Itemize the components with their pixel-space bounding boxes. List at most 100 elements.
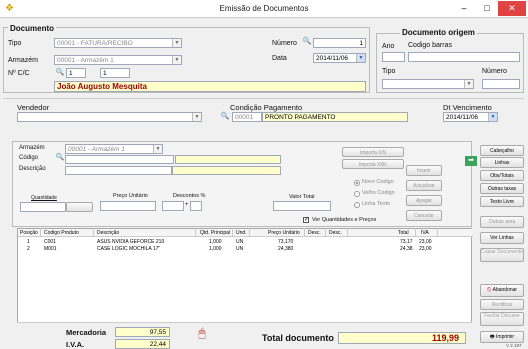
- fechar-documento-button[interactable]: Fechar Docume: [480, 312, 524, 326]
- chevron-down-icon: ▼: [172, 56, 181, 64]
- desconto-1-field[interactable]: [162, 201, 184, 211]
- radio-velho[interactable]: [354, 191, 360, 197]
- ver-linhas-button[interactable]: Ver Linhas: [480, 232, 524, 244]
- radio-novo[interactable]: [354, 180, 360, 186]
- quantidade-unit-button[interactable]: [66, 202, 93, 212]
- chevron-down-icon: ▼: [153, 145, 162, 153]
- condicao-code-field[interactable]: 00001: [232, 112, 262, 122]
- copiar-documento-button[interactable]: Copiar Documento: [480, 248, 524, 262]
- window-title: Emissão de Documentos: [219, 4, 309, 13]
- total-documento-value: 119,99: [338, 332, 466, 344]
- importa-xml-button[interactable]: Importa XML: [342, 159, 404, 169]
- calendar-dropdown-icon[interactable]: ▼: [488, 113, 497, 121]
- origem-tipo-label: Tipo: [382, 68, 396, 75]
- radio-texto[interactable]: [354, 202, 360, 208]
- title-bar: ❖ Emissão de Documentos – □ ✕: [0, 0, 528, 18]
- texto-livre-button[interactable]: Texto Livre: [480, 196, 524, 207]
- importa-xml-label: Importa XML: [358, 162, 388, 168]
- apagar-label: Apagar: [415, 198, 433, 204]
- mercadoria-value: 97,55: [115, 327, 170, 337]
- preco-field[interactable]: [100, 201, 156, 211]
- cell: 23,00: [419, 246, 432, 252]
- cell: CASE LOGIC MOCHILA 17": [97, 246, 161, 252]
- obs-button[interactable]: Obs/Totais: [480, 170, 524, 181]
- outras-taxas-button[interactable]: Outras taxas: [480, 183, 524, 194]
- quantidade-field[interactable]: [20, 202, 66, 212]
- actualizar-label: Actualizar: [413, 183, 435, 189]
- actualizar-button[interactable]: Actualizar: [406, 180, 442, 191]
- total-documento-label: Total documento: [262, 333, 334, 343]
- search-icon[interactable]: 🔍: [220, 112, 230, 122]
- descricao-info: [172, 166, 281, 175]
- importa-xls-button[interactable]: Importa XlS: [342, 147, 404, 157]
- vencimento-field[interactable]: 2014/11/06 ▼: [443, 112, 498, 122]
- search-icon[interactable]: 🔍: [55, 153, 65, 163]
- table-column-lines: [17, 228, 472, 236]
- importa-xls-label: Importa XlS: [359, 150, 387, 156]
- linhas-button[interactable]: Linhas: [480, 157, 524, 168]
- cell: 2: [27, 246, 30, 252]
- codigo-barras-field[interactable]: [408, 52, 520, 62]
- inserir-button[interactable]: Inserir: [406, 165, 442, 176]
- cabecalho-button[interactable]: Cabeçalho: [480, 145, 524, 156]
- linha-armazem-select[interactable]: 00001 - Armazém 1 ▼: [65, 144, 163, 154]
- linha-armazem-label: Armazém: [19, 145, 45, 151]
- cell: 24,380: [278, 246, 294, 252]
- maximize-button[interactable]: □: [476, 1, 498, 16]
- search-icon[interactable]: 🔍: [302, 37, 312, 47]
- data-value: 2014/11/06: [316, 55, 349, 62]
- armazem-value: 00001 - Armazém 1: [57, 57, 114, 64]
- imprimir-button[interactable]: 🖶 Imprimir: [480, 331, 524, 343]
- data-field[interactable]: 2014/11/06 ▼: [313, 53, 366, 63]
- iva-value: 22,44: [115, 339, 170, 349]
- cell: 24,38: [400, 246, 413, 252]
- desconto-2-field[interactable]: [190, 201, 202, 211]
- ano-field[interactable]: [382, 52, 405, 62]
- ver-qtd-checkbox[interactable]: ✓: [303, 217, 309, 223]
- minimize-button[interactable]: –: [452, 1, 476, 16]
- quantidade-label: Quantidade: [31, 195, 57, 201]
- codigo-label: Código: [19, 155, 39, 161]
- vendedor-label: Vendedor: [17, 103, 50, 112]
- cc-field-2[interactable]: 1: [100, 68, 130, 78]
- armazem-select[interactable]: 00001 - Armazém 1 ▼: [54, 55, 182, 65]
- rectificar-button[interactable]: Rectificar: [480, 299, 524, 310]
- numero-field[interactable]: 1: [313, 38, 366, 48]
- radio-novo-label: Novo Codigo: [362, 179, 394, 185]
- apagar-button[interactable]: Apagar: [406, 195, 442, 206]
- origem-legend: Documento origem: [400, 28, 477, 37]
- numero-label: Número: [272, 40, 297, 47]
- data-label: Data: [272, 55, 287, 62]
- close-button[interactable]: ✕: [498, 1, 526, 16]
- abandonar-button[interactable]: ⦸ Abandonar: [480, 284, 524, 297]
- calendar-dropdown-icon[interactable]: ▼: [356, 54, 365, 62]
- cell: UN: [236, 246, 244, 252]
- origem-numero-field[interactable]: [482, 79, 520, 89]
- cell: M001: [44, 246, 57, 252]
- tipo-select[interactable]: 00001 - FATURA/RECIBO ▼: [54, 38, 182, 48]
- cancelar-button[interactable]: Cancelar: [406, 210, 442, 221]
- condicao-label: Condição Pagamento: [230, 103, 303, 112]
- vendedor-select[interactable]: ▼: [17, 112, 202, 122]
- outras-areas-label: Outras area: [488, 219, 516, 225]
- cc-field[interactable]: 1: [66, 68, 86, 78]
- version-label: V 2.197: [506, 343, 522, 348]
- codigo-field[interactable]: [65, 155, 174, 164]
- ano-label: Ano: [382, 43, 395, 50]
- table-row[interactable]: 2 M001 CASE LOGIC MOCHILA 17" 1,000 UN 2…: [18, 245, 471, 252]
- table-row[interactable]: 1 C001 ASUS NVIDIA GEFORCE 210 1,000 UN …: [18, 238, 471, 245]
- tipo-value: 00001 - FATURA/RECIBO: [57, 40, 133, 47]
- descontos-label: Descontos %: [173, 193, 206, 199]
- abandonar-label: Abandonar: [492, 287, 518, 293]
- outras-areas-button[interactable]: Outras area: [480, 216, 524, 228]
- origem-tipo-select[interactable]: ▼: [382, 79, 474, 89]
- mouse-icon: 🖱: [198, 326, 206, 340]
- descricao-field[interactable]: [65, 166, 172, 175]
- arrow-right-icon: ➡: [465, 156, 477, 166]
- no-entry-icon: ⦸: [486, 286, 492, 293]
- printer-icon: 🖶: [489, 334, 495, 340]
- desconto-plus: +: [185, 202, 189, 208]
- fechar-label: Fechar Docume: [484, 313, 520, 319]
- search-icon[interactable]: 🔍: [55, 68, 65, 78]
- ver-qtd-label: Ver Quantidades e Preços: [312, 217, 377, 223]
